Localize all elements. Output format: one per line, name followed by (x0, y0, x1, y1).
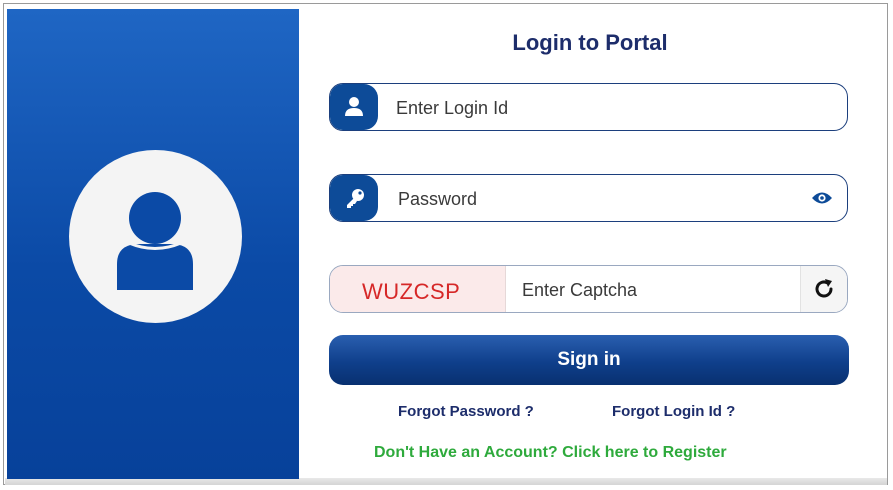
key-icon-box (330, 175, 378, 221)
user-icon-box (330, 84, 378, 130)
refresh-captcha-button[interactable] (800, 266, 847, 312)
card-shadow (5, 478, 887, 485)
forgot-login-id-link[interactable]: Forgot Login Id ? (612, 403, 735, 420)
register-link[interactable]: Don't Have an Account? Click here to Reg… (374, 444, 727, 462)
user-icon (345, 97, 363, 116)
login-id-input[interactable] (394, 84, 838, 130)
password-input[interactable] (396, 175, 800, 221)
forgot-password-link[interactable]: Forgot Password ? (398, 403, 534, 420)
sign-in-button[interactable]: Sign in (329, 335, 849, 385)
password-field (329, 174, 848, 222)
user-avatar-icon (117, 192, 193, 290)
left-panel (7, 9, 299, 479)
login-id-field (329, 83, 848, 131)
captcha-field: WUZCSP (329, 265, 848, 313)
captcha-code: WUZCSP (362, 279, 461, 304)
refresh-icon (815, 279, 833, 298)
page-title: Login to Portal (512, 30, 668, 55)
avatar (69, 150, 242, 323)
eye-icon[interactable] (811, 190, 833, 211)
captcha-image: WUZCSP (330, 266, 506, 312)
captcha-input[interactable] (520, 266, 794, 312)
key-icon (347, 189, 364, 208)
